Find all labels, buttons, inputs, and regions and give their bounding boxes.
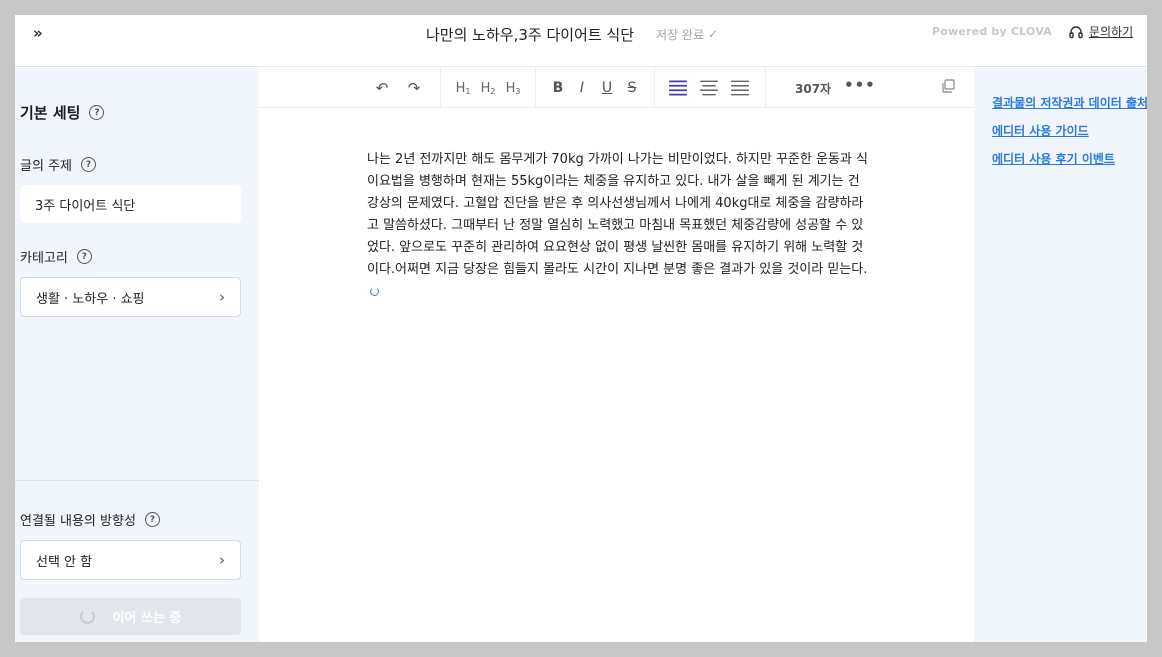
basic-settings-title: 기본 세팅 ? (20, 102, 105, 123)
generating-spinner-icon (370, 287, 379, 296)
heading1-button[interactable]: H1 (452, 78, 474, 98)
double-chevron-right-icon[interactable]: » (33, 25, 49, 41)
editor-toolbar: ↶ ↷ H1 H2 H3 B I U S 307자 ••• (259, 68, 974, 108)
category-select[interactable]: 생활 · 노하우 · 쇼핑 › (20, 277, 241, 317)
inquiry-button[interactable]: 문의하기 (1068, 23, 1133, 40)
help-icon[interactable]: ? (80, 157, 96, 172)
save-status: 저장 완료 (656, 27, 705, 42)
heading3-sub: 3 (515, 86, 521, 96)
topic-label: 글의 주제 (20, 159, 72, 174)
category-label: 카테고리 (20, 251, 68, 266)
strikethrough-button[interactable]: S (622, 78, 642, 98)
help-icon[interactable]: ? (76, 249, 92, 264)
chevron-right-icon: › (219, 551, 225, 569)
toolbar-separator (765, 68, 766, 108)
direction-value: 선택 안 함 (36, 554, 93, 570)
redo-icon[interactable]: ↷ (403, 78, 425, 98)
heading1-label: H (455, 80, 466, 96)
powered-by-label: Powered by CLOVA (932, 25, 1052, 38)
check-icon: ✓ (708, 27, 719, 41)
headset-icon (1069, 25, 1083, 38)
heading2-label: H (480, 80, 491, 96)
document-title[interactable]: 나만의 노하우,3주 다이어트 식단 (426, 24, 634, 45)
bold-button[interactable]: B (548, 78, 568, 98)
help-icon[interactable]: ? (144, 512, 160, 527)
category-value: 생활 · 노하우 · 쇼핑 (36, 291, 145, 307)
toolbar-separator (654, 68, 655, 108)
topic-input[interactable] (20, 185, 241, 223)
chevron-right-icon: › (219, 288, 225, 306)
align-justify-icon[interactable] (730, 78, 750, 98)
editor-area: ↶ ↷ H1 H2 H3 B I U S 307자 ••• 나는 2년 전까지만… (259, 68, 974, 642)
copyright-link[interactable]: 결과물의 저작권과 데이터 출처 (992, 94, 1147, 111)
heading1-sub: 1 (465, 86, 471, 96)
inquiry-label: 문의하기 (1089, 25, 1134, 39)
settings-sidebar: 기본 세팅 ? 글의 주제 ? 카테고리 ? 생활 · 노하우 · 쇼핑 › 연… (15, 68, 259, 642)
undo-icon[interactable]: ↶ (371, 78, 393, 98)
toolbar-separator (535, 68, 536, 108)
direction-label-row: 연결될 내용의 방향성 ? (20, 510, 160, 529)
guide-link[interactable]: 에디터 사용 가이드 (992, 122, 1089, 139)
direction-select[interactable]: 선택 안 함 › (20, 540, 241, 580)
topic-label-row: 글의 주제 ? (20, 155, 96, 174)
continue-writing-label: 이어 쓰는 중 (112, 611, 182, 626)
basic-settings-label: 기본 세팅 (20, 104, 81, 122)
heading3-label: H (505, 80, 516, 96)
document-title-area: 나만의 노하우,3주 다이어트 식단 저장 완료 ✓ (426, 23, 718, 45)
align-center-icon[interactable] (699, 78, 719, 98)
direction-label: 연결될 내용의 방향성 (20, 514, 136, 529)
heading3-button[interactable]: H3 (502, 78, 524, 98)
help-icon[interactable]: ? (89, 105, 105, 120)
more-options-icon[interactable]: ••• (844, 76, 876, 94)
category-label-row: 카테고리 ? (20, 247, 92, 266)
align-left-icon[interactable] (668, 78, 688, 98)
heading2-button[interactable]: H2 (477, 78, 499, 98)
editor-body-text: 나는 2년 전까지만 해도 몸무게가 70kg 가까이 나가는 비만이었다. 하… (367, 152, 868, 277)
continue-writing-button[interactable]: 이어 쓰는 중 (20, 598, 241, 635)
review-event-link[interactable]: 에디터 사용 후기 이벤트 (992, 150, 1115, 167)
heading2-sub: 2 (490, 86, 496, 96)
copy-icon[interactable] (941, 79, 955, 93)
info-panel: 결과물의 저작권과 데이터 출처 에디터 사용 가이드 에디터 사용 후기 이벤… (974, 68, 1147, 642)
character-count: 307자 (795, 82, 832, 96)
toolbar-separator (440, 68, 441, 108)
top-header: » 나만의 노하우,3주 다이어트 식단 저장 완료 ✓ Powered by … (15, 15, 1147, 67)
loading-spinner-icon (79, 609, 95, 624)
editor-body[interactable]: 나는 2년 전까지만 해도 몸무게가 70kg 가까이 나가는 비만이었다. 하… (367, 149, 870, 303)
editor-window: » 나만의 노하우,3주 다이어트 식단 저장 완료 ✓ Powered by … (15, 15, 1147, 642)
italic-button[interactable]: I (572, 78, 592, 98)
underline-button[interactable]: U (597, 78, 617, 98)
sidebar-divider (15, 480, 259, 481)
